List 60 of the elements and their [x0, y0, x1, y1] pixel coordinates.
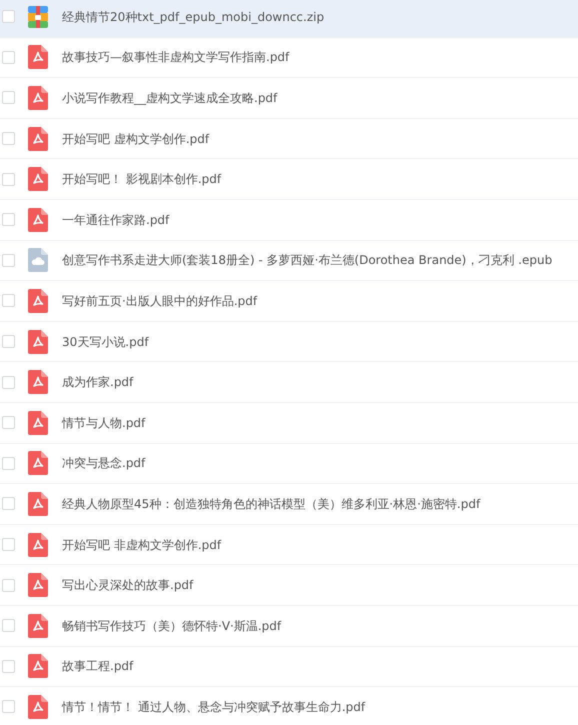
checkbox[interactable] [2, 10, 15, 24]
pdf-file-icon [28, 86, 48, 110]
pdf-file-icon [28, 410, 48, 435]
pdf-file-icon [28, 45, 48, 70]
checkbox[interactable] [2, 213, 15, 226]
checkbox[interactable] [2, 416, 15, 430]
pdf-file-icon [28, 654, 48, 678]
file-name[interactable]: 写好前五页·出版人眼中的好作品.pdf [62, 292, 258, 310]
file-row[interactable]: 开始写吧 非虚构文学创作.pdf [0, 524, 578, 566]
pdf-file-icon [28, 694, 48, 719]
file-name[interactable]: 成为作家.pdf [62, 373, 134, 392]
file-name[interactable]: 小说写作教程__虚构文学速成全攻略.pdf [62, 88, 278, 107]
checkbox[interactable] [2, 172, 15, 186]
file-name[interactable]: 畅销书写作技巧（美）德怀特·V·斯温.pdf [62, 616, 282, 635]
archive-file-icon [28, 6, 48, 28]
pdf-file-icon [28, 532, 48, 557]
file-name[interactable]: 开始写吧！ 影视剧本创作.pdf [62, 170, 222, 188]
checkbox[interactable] [2, 456, 15, 470]
checkbox[interactable] [2, 497, 15, 510]
pdf-file-icon [28, 288, 48, 313]
file-row[interactable]: 故事工程.pdf [0, 646, 578, 688]
file-name[interactable]: 故事技巧—叙事性非虚构文学写作指南.pdf [62, 48, 290, 66]
file-name[interactable]: 情节！情节！ 通过人物、悬念与冲突赋予故事生命力.pdf [62, 698, 366, 716]
checkbox[interactable] [2, 376, 15, 389]
pdf-file-icon [28, 451, 48, 476]
checkbox[interactable] [2, 619, 15, 632]
pdf-file-icon [28, 208, 48, 232]
checkbox[interactable] [2, 578, 15, 592]
file-name[interactable]: 经典情节20种txt_pdf_epub_mobi_downcc.zip [62, 8, 324, 26]
pdf-file-icon [28, 167, 48, 192]
checkbox[interactable] [2, 660, 15, 673]
file-row[interactable]: 经典情节20种txt_pdf_epub_mobi_downcc.zip [0, 0, 578, 38]
file-row[interactable]: 冲突与悬念.pdf [0, 444, 578, 484]
cloud-file-icon [28, 248, 48, 272]
file-name[interactable]: 冲突与悬念.pdf [62, 454, 146, 472]
checkbox[interactable] [2, 254, 15, 267]
checkbox[interactable] [2, 132, 15, 146]
pdf-file-icon [28, 492, 48, 516]
file-name[interactable]: 开始写吧 虚构文学创作.pdf [62, 130, 210, 148]
file-row[interactable]: 创意写作书系走进大师(套装18册全) - 多萝西娅·布兰德(Dorothea Brande)，刁克利 .epub [0, 240, 578, 282]
pdf-file-icon [28, 126, 48, 151]
pdf-file-icon [28, 370, 48, 394]
checkbox[interactable] [2, 50, 15, 64]
pdf-file-icon [28, 330, 48, 354]
file-name[interactable]: 开始写吧 非虚构文学创作.pdf [62, 536, 222, 554]
checkbox[interactable] [2, 700, 15, 714]
file-name[interactable]: 一年通往作家路.pdf [62, 210, 170, 229]
file-name[interactable]: 写出心灵深处的故事.pdf [62, 576, 194, 594]
file-name[interactable]: 30天写小说.pdf [62, 332, 149, 351]
file-row[interactable]: 故事技巧—叙事性非虚构文学写作指南.pdf [0, 38, 578, 78]
file-name[interactable]: 经典人物原型45种：创造独特角色的神话模型（美）维多利亚·林恩·施密特.pdf [62, 494, 480, 513]
checkbox[interactable] [2, 335, 15, 348]
checkbox[interactable] [2, 538, 15, 552]
checkbox[interactable] [2, 91, 15, 104]
file-name[interactable]: 情节与人物.pdf [62, 414, 146, 432]
pdf-file-icon [28, 614, 48, 638]
pdf-file-icon [28, 573, 48, 598]
file-name[interactable]: 创意写作书系走进大师(套装18册全) - 多萝西娅·布兰德(Dorothea Brande)，刁克利 .epub [62, 251, 552, 270]
file-name[interactable]: 故事工程.pdf [62, 657, 134, 676]
checkbox[interactable] [2, 294, 15, 308]
